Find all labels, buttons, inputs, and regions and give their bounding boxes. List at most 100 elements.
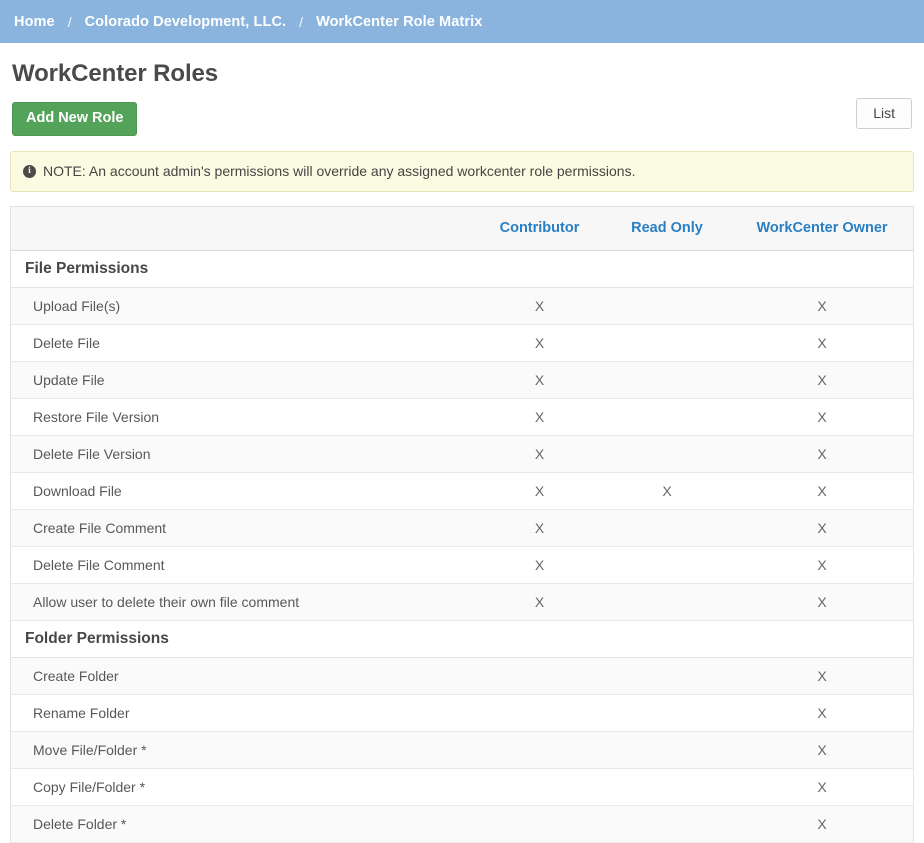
breadcrumb-separator: / xyxy=(286,14,316,30)
column-header-workcenter-owner[interactable]: WorkCenter Owner xyxy=(731,207,913,250)
cell-read-only xyxy=(603,435,731,472)
cell-workcenter-owner: X xyxy=(731,509,913,546)
cell-read-only xyxy=(603,583,731,620)
permission-label: Delete File Version xyxy=(11,435,476,472)
matrix-header: Contributor Read Only WorkCenter Owner xyxy=(11,207,913,250)
role-matrix-table: Contributor Read Only WorkCenter Owner F… xyxy=(11,207,913,843)
cell-workcenter-owner: X xyxy=(731,287,913,324)
cell-read-only xyxy=(603,768,731,805)
add-new-role-button[interactable]: Add New Role xyxy=(12,102,137,136)
cell-contributor xyxy=(476,731,603,768)
page-content: WorkCenter Roles Add New Role List i NOT… xyxy=(0,60,924,843)
table-row[interactable]: Rename Folder X xyxy=(11,694,913,731)
permission-label: Delete File xyxy=(11,324,476,361)
breadcrumb: Home / Colorado Development, LLC. / Work… xyxy=(0,0,924,43)
permission-label: Restore File Version xyxy=(11,398,476,435)
permission-label: Upload File(s) xyxy=(11,287,476,324)
table-row[interactable]: Delete File Comment X X xyxy=(11,546,913,583)
cell-contributor: X xyxy=(476,509,603,546)
page-title: WorkCenter Roles xyxy=(12,60,914,88)
cell-workcenter-owner: X xyxy=(731,657,913,694)
permission-label: Create File Comment xyxy=(11,509,476,546)
section-title: File Permissions xyxy=(11,250,913,287)
cell-contributor: X xyxy=(476,546,603,583)
info-circle-icon: i xyxy=(23,165,36,178)
cell-contributor xyxy=(476,768,603,805)
table-row[interactable]: Create Folder X xyxy=(11,657,913,694)
cell-workcenter-owner: X xyxy=(731,398,913,435)
cell-workcenter-owner: X xyxy=(731,731,913,768)
section-header-row: File Permissions xyxy=(11,250,913,287)
page-actions: Add New Role List xyxy=(10,102,914,138)
column-header-contributor-link[interactable]: Contributor xyxy=(500,220,580,236)
column-header-read-only-link[interactable]: Read Only xyxy=(631,220,703,236)
cell-read-only xyxy=(603,805,731,842)
breadcrumb-item-current: WorkCenter Role Matrix xyxy=(316,14,482,30)
cell-contributor: X xyxy=(476,398,603,435)
permission-label: Delete Folder * xyxy=(11,805,476,842)
cell-read-only xyxy=(603,546,731,583)
cell-contributor: X xyxy=(476,583,603,620)
cell-read-only xyxy=(603,731,731,768)
section-title: Folder Permissions xyxy=(11,620,913,657)
cell-read-only xyxy=(603,287,731,324)
cell-workcenter-owner: X xyxy=(731,694,913,731)
cell-read-only xyxy=(603,509,731,546)
role-matrix-container: Contributor Read Only WorkCenter Owner F… xyxy=(10,206,914,843)
breadcrumb-item-organization[interactable]: Colorado Development, LLC. xyxy=(85,14,287,30)
cell-contributor xyxy=(476,694,603,731)
cell-contributor: X xyxy=(476,361,603,398)
cell-workcenter-owner: X xyxy=(731,768,913,805)
cell-read-only xyxy=(603,657,731,694)
cell-contributor xyxy=(476,657,603,694)
cell-read-only xyxy=(603,398,731,435)
breadcrumb-separator: / xyxy=(55,14,85,30)
list-button[interactable]: List xyxy=(856,98,912,129)
cell-workcenter-owner: X xyxy=(731,546,913,583)
breadcrumb-item-home[interactable]: Home xyxy=(14,14,55,30)
section-header-row: Folder Permissions xyxy=(11,620,913,657)
permission-label: Rename Folder xyxy=(11,694,476,731)
table-row[interactable]: Create File Comment X X xyxy=(11,509,913,546)
cell-contributor: X xyxy=(476,324,603,361)
table-row[interactable]: Delete Folder * X xyxy=(11,805,913,842)
cell-workcenter-owner: X xyxy=(731,324,913,361)
note-text: NOTE: An account admin's permissions wil… xyxy=(43,163,635,179)
cell-contributor: X xyxy=(476,472,603,509)
permission-label: Allow user to delete their own file comm… xyxy=(11,583,476,620)
admin-permissions-note: i NOTE: An account admin's permissions w… xyxy=(10,151,914,192)
table-row[interactable]: Update File X X xyxy=(11,361,913,398)
table-row[interactable]: Restore File Version X X xyxy=(11,398,913,435)
table-row[interactable]: Delete File Version X X xyxy=(11,435,913,472)
table-row[interactable]: Move File/Folder * X xyxy=(11,731,913,768)
column-header-contributor[interactable]: Contributor xyxy=(476,207,603,250)
table-row[interactable]: Allow user to delete their own file comm… xyxy=(11,583,913,620)
table-row[interactable]: Delete File X X xyxy=(11,324,913,361)
cell-workcenter-owner: X xyxy=(731,472,913,509)
table-row[interactable]: Upload File(s) X X xyxy=(11,287,913,324)
permission-label: Delete File Comment xyxy=(11,546,476,583)
cell-workcenter-owner: X xyxy=(731,805,913,842)
permission-label: Create Folder xyxy=(11,657,476,694)
matrix-body: File Permissions Upload File(s) X X Dele… xyxy=(11,250,913,842)
cell-read-only xyxy=(603,694,731,731)
cell-contributor: X xyxy=(476,435,603,472)
permission-label: Download File xyxy=(11,472,476,509)
permission-label: Copy File/Folder * xyxy=(11,768,476,805)
permission-label: Update File xyxy=(11,361,476,398)
cell-read-only xyxy=(603,324,731,361)
column-header-read-only[interactable]: Read Only xyxy=(603,207,731,250)
cell-workcenter-owner: X xyxy=(731,583,913,620)
cell-workcenter-owner: X xyxy=(731,361,913,398)
cell-read-only: X xyxy=(603,472,731,509)
cell-read-only xyxy=(603,361,731,398)
table-row[interactable]: Copy File/Folder * X xyxy=(11,768,913,805)
cell-workcenter-owner: X xyxy=(731,435,913,472)
permission-column-header xyxy=(11,207,476,250)
cell-contributor xyxy=(476,805,603,842)
matrix-header-row: Contributor Read Only WorkCenter Owner xyxy=(11,207,913,250)
column-header-workcenter-owner-link[interactable]: WorkCenter Owner xyxy=(756,220,887,236)
permission-label: Move File/Folder * xyxy=(11,731,476,768)
table-row[interactable]: Download File X X X xyxy=(11,472,913,509)
cell-contributor: X xyxy=(476,287,603,324)
